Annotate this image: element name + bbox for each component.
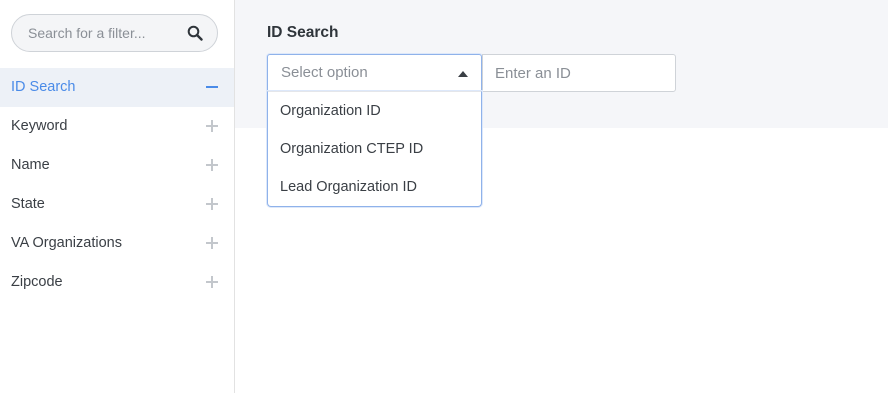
filter-item-zipcode[interactable]: Zipcode — [0, 263, 234, 302]
select-placeholder: Select option — [281, 64, 368, 81]
filter-label: Name — [11, 157, 50, 173]
filter-item-id-search[interactable]: ID Search — [0, 68, 234, 107]
filter-label: ID Search — [11, 79, 76, 95]
filter-search-box[interactable] — [11, 14, 218, 52]
plus-icon[interactable] — [206, 159, 218, 171]
filter-label: VA Organizations — [11, 235, 122, 251]
plus-icon[interactable] — [206, 198, 218, 210]
id-input-box[interactable] — [482, 54, 676, 92]
id-type-select[interactable]: Select option — [267, 54, 482, 92]
filter-item-keyword[interactable]: Keyword — [0, 107, 234, 146]
app: ID Search Keyword Name State VA Organiza… — [0, 0, 888, 393]
filter-label: Zipcode — [11, 274, 63, 290]
filter-item-name[interactable]: Name — [0, 146, 234, 185]
option-organization-ctep-id[interactable]: Organization CTEP ID — [268, 130, 481, 168]
id-input[interactable] — [483, 55, 675, 91]
panel-title: ID Search — [267, 24, 339, 41]
option-lead-organization-id[interactable]: Lead Organization ID — [268, 168, 481, 206]
search-icon[interactable] — [187, 25, 203, 41]
caret-up-icon — [458, 71, 468, 77]
filter-item-va-organizations[interactable]: VA Organizations — [0, 224, 234, 263]
filter-label: State — [11, 196, 45, 212]
plus-icon[interactable] — [206, 237, 218, 249]
plus-icon[interactable] — [206, 120, 218, 132]
main-content: ID Search Select option Organization ID … — [235, 0, 888, 393]
id-type-dropdown: Organization ID Organization CTEP ID Lea… — [267, 91, 482, 207]
filter-list: ID Search Keyword Name State VA Organiza… — [0, 68, 234, 302]
filter-sidebar: ID Search Keyword Name State VA Organiza… — [0, 0, 235, 393]
filter-search-input[interactable] — [28, 15, 188, 51]
plus-icon[interactable] — [206, 276, 218, 288]
filter-item-state[interactable]: State — [0, 185, 234, 224]
filter-label: Keyword — [11, 118, 68, 134]
option-organization-id[interactable]: Organization ID — [268, 92, 481, 130]
minus-icon[interactable] — [206, 81, 218, 93]
